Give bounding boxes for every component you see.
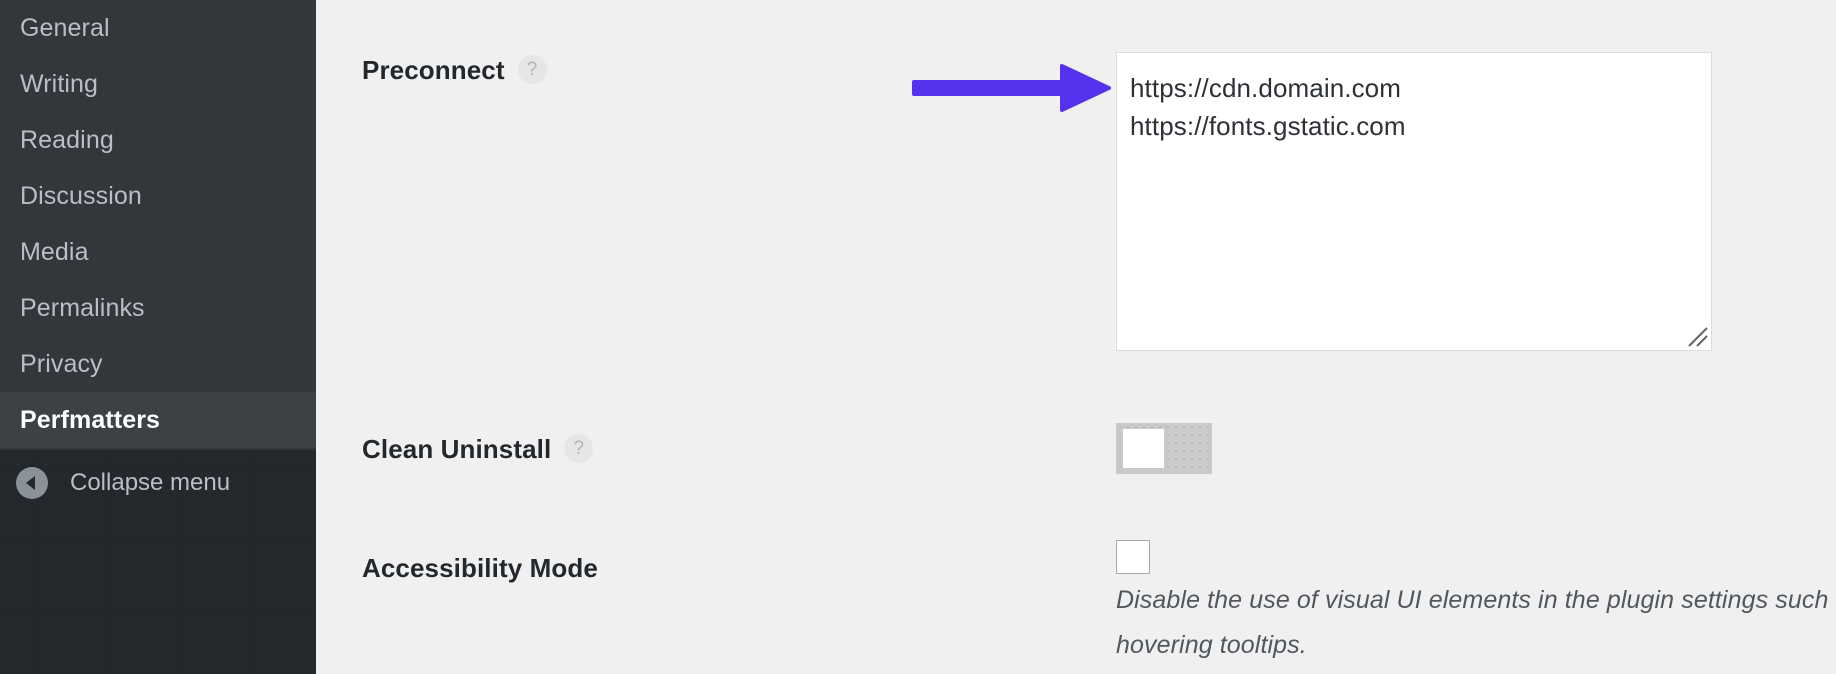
preconnect-label-text: Preconnect (362, 55, 505, 85)
sidebar-item-privacy[interactable]: Privacy (0, 336, 316, 392)
chevron-left-circle-icon (16, 467, 48, 499)
sidebar-item-media[interactable]: Media (0, 224, 316, 280)
sidebar-item-label: Discussion (20, 182, 142, 210)
preconnect-label: Preconnect? (362, 54, 547, 87)
sidebar-item-label: General (20, 14, 110, 42)
sidebar-item-reading[interactable]: Reading (0, 112, 316, 168)
preconnect-textarea[interactable]: https://cdn.domain.com https://fonts.gst… (1116, 52, 1712, 351)
sidebar-item-perfmatters[interactable]: Perfmatters (0, 392, 316, 448)
clean-uninstall-toggle[interactable] (1116, 423, 1212, 474)
sidebar-footer: Collapse menu (0, 450, 316, 674)
accessibility-mode-description: Disable the use of visual UI elements in… (1116, 586, 1836, 659)
help-question-icon[interactable]: ? (517, 54, 547, 84)
collapse-menu-label: Collapse menu (70, 469, 231, 496)
clean-uninstall-label-text: Clean Uninstall (362, 434, 552, 464)
sidebar-item-label: Writing (20, 70, 99, 98)
preconnect-textarea-value: https://cdn.domain.com https://fonts.gst… (1130, 73, 1406, 141)
sidebar-item-label: Privacy (20, 350, 103, 378)
accessibility-mode-checkbox[interactable] (1116, 540, 1150, 574)
sidebar-item-label: Permalinks (20, 294, 145, 322)
settings-content: Preconnect? https://cdn.domain.com https… (316, 0, 1836, 674)
accessibility-mode-label-text: Accessibility Mode (362, 553, 598, 583)
sidebar-item-label: Media (20, 238, 89, 266)
sidebar-item-label: Perfmatters (20, 406, 161, 434)
toggle-knob (1123, 429, 1164, 468)
sidebar-item-writing[interactable]: Writing (0, 56, 316, 112)
admin-sidebar: General Writing Reading Discussion Media… (0, 0, 316, 674)
clean-uninstall-label: Clean Uninstall? (362, 433, 594, 466)
settings-screen: General Writing Reading Discussion Media… (0, 0, 1836, 674)
accessibility-mode-label: Accessibility Mode (362, 553, 598, 584)
sidebar-menu: General Writing Reading Discussion Media… (0, 0, 316, 448)
annotation-arrow-icon (912, 63, 1112, 113)
collapse-menu-button[interactable]: Collapse menu (0, 450, 316, 516)
resize-handle-icon[interactable] (1687, 326, 1709, 348)
help-question-icon[interactable]: ? (564, 433, 594, 463)
sidebar-item-label: Reading (20, 126, 114, 154)
sidebar-item-permalinks[interactable]: Permalinks (0, 280, 316, 336)
sidebar-item-general[interactable]: General (0, 0, 316, 56)
sidebar-item-discussion[interactable]: Discussion (0, 168, 316, 224)
